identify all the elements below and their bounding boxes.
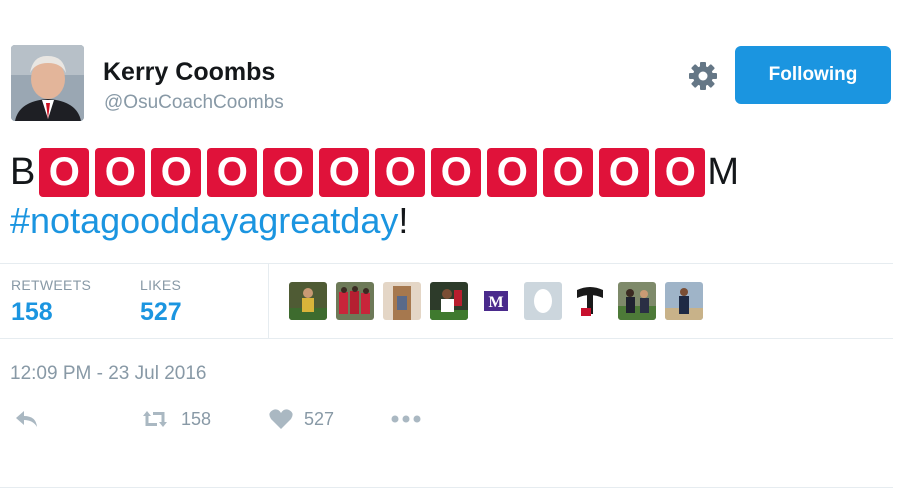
- letter-tile: O: [263, 147, 314, 197]
- user-handle[interactable]: @OsuCoachCoombs: [104, 92, 284, 114]
- heart-icon: [269, 409, 293, 429]
- letter-tile: O: [151, 147, 202, 197]
- like-button[interactable]: 527: [268, 408, 334, 430]
- gear-icon[interactable]: [685, 58, 721, 94]
- retweets-count[interactable]: 158: [11, 298, 53, 327]
- likes-count[interactable]: 527: [140, 298, 182, 327]
- likes-label[interactable]: LIKES: [140, 277, 181, 293]
- liker-avatar[interactable]: [665, 282, 703, 320]
- stats-top-divider: [0, 263, 893, 264]
- hashtag-link[interactable]: #notagooddayagreatday: [10, 200, 398, 241]
- letter-tile: O: [487, 147, 538, 197]
- svg-text:M: M: [488, 294, 503, 311]
- tweet-text-line-2: #notagooddayagreatday!: [10, 200, 408, 242]
- stats-bottom-divider: [0, 338, 893, 339]
- following-button[interactable]: Following: [735, 46, 891, 104]
- like-count: 527: [304, 408, 335, 429]
- more-icon: [391, 415, 421, 423]
- letter-tile: O: [599, 147, 650, 197]
- liker-avatar[interactable]: [383, 282, 421, 320]
- liker-avatars: M: [289, 282, 712, 320]
- reply-button[interactable]: [13, 408, 41, 430]
- retweet-count: 158: [181, 408, 212, 429]
- liker-avatar[interactable]: [571, 282, 609, 320]
- letter-tile: O: [431, 147, 482, 197]
- letter-tile: O: [543, 147, 594, 197]
- tweet-prefix: B: [10, 151, 36, 193]
- letter-tiles: O O O O O O O O O O O O: [39, 147, 706, 197]
- letter-tile: O: [655, 147, 706, 197]
- liker-avatar[interactable]: M: [477, 282, 515, 320]
- tweet-timestamp[interactable]: 12:09 PM - 23 Jul 2016: [10, 363, 206, 385]
- letter-tile: O: [375, 147, 426, 197]
- avatar[interactable]: [11, 45, 84, 121]
- liker-avatar[interactable]: [524, 282, 562, 320]
- reply-icon: [16, 411, 37, 427]
- letter-tile: O: [319, 147, 370, 197]
- tweet-text-line-1: B O O O O O O O O O O O O M: [10, 147, 739, 197]
- retweet-icon: [143, 411, 167, 427]
- liker-avatar[interactable]: [430, 282, 468, 320]
- retweets-label[interactable]: RETWEETS: [11, 277, 91, 293]
- letter-tile: O: [207, 147, 258, 197]
- more-button[interactable]: [390, 408, 422, 430]
- retweet-button[interactable]: 158: [139, 408, 211, 430]
- tweet-bottom-divider: [0, 487, 893, 488]
- display-name[interactable]: Kerry Coombs: [103, 58, 275, 87]
- tweet-exclamation: !: [398, 200, 409, 241]
- liker-avatar[interactable]: [289, 282, 327, 320]
- liker-avatar[interactable]: [336, 282, 374, 320]
- stats-vertical-divider: [268, 263, 269, 338]
- tweet-suffix: M: [707, 151, 740, 193]
- avatar-image: [11, 45, 84, 121]
- letter-tile: O: [39, 147, 90, 197]
- letter-tile: O: [95, 147, 146, 197]
- liker-avatar[interactable]: [618, 282, 656, 320]
